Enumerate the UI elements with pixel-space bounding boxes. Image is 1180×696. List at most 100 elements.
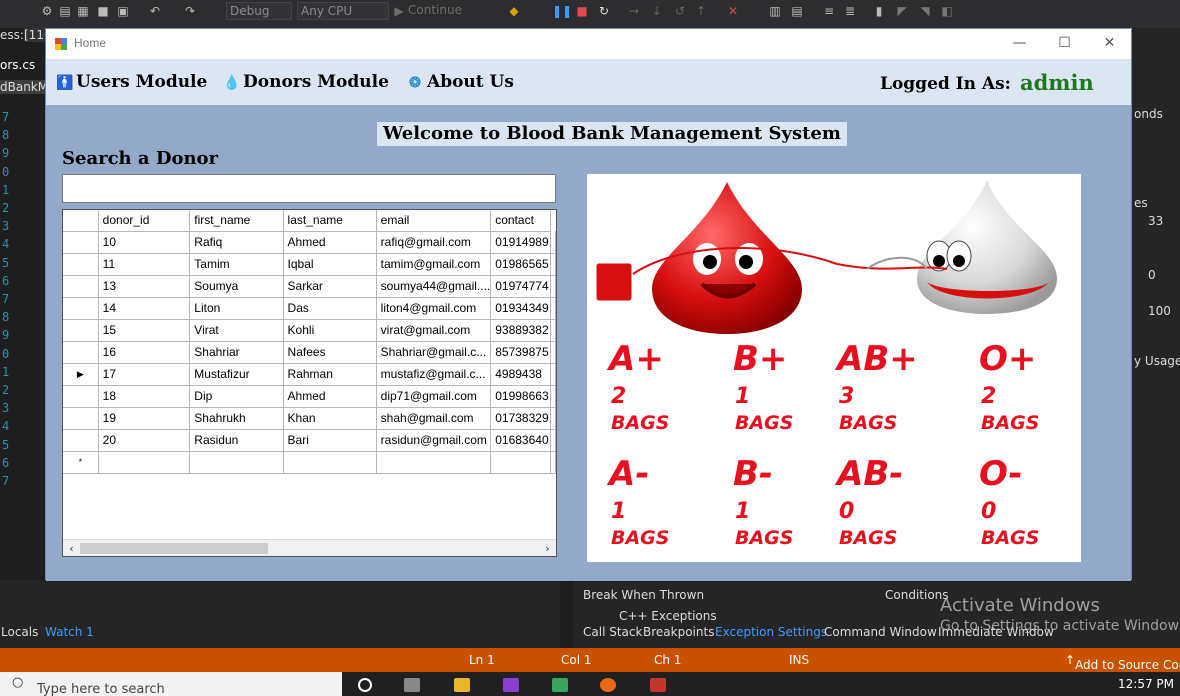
table-cell[interactable]: mustafiz@gmail.c... [376,363,492,386]
blood-bank-app-icon[interactable] [650,678,666,692]
task-view-icon[interactable] [404,678,420,692]
table-cell[interactable]: Bari [283,429,377,452]
new-project-icon[interactable]: ▤ [58,4,72,18]
table-cell[interactable] [98,451,191,474]
table-cell[interactable]: 10 [98,231,191,254]
table-row[interactable]: 16 Shahriar Nafees Shahriar@gmail.c... 85739… [63,341,556,364]
table-row[interactable]: 19 Shahrukh Khan shah@gmail.com 01738329 [63,407,556,430]
process-icon[interactable]: ◆ [507,4,521,18]
table-cell[interactable]: shah@gmail.com [376,407,492,430]
row-header[interactable] [63,297,99,320]
uncomment-icon[interactable]: ≣ [843,4,857,18]
visual-studio-icon[interactable] [503,678,519,692]
editor-tab-1[interactable]: ors.cs [0,58,35,72]
play-icon[interactable]: ▶ [392,4,406,18]
menu-users-module[interactable]: 🚹 Users Module [56,72,207,92]
table-cell[interactable]: Rafiq [189,231,284,254]
table-cell[interactable] [550,297,556,320]
clear-bookmark-icon[interactable]: ◧ [940,4,954,18]
row-header[interactable] [63,253,99,276]
table-cell[interactable] [550,341,556,364]
table-cell[interactable] [376,451,492,474]
donor-grid[interactable]: donor_id first_name last_name email cont… [62,209,557,557]
undo-icon[interactable]: ↶ [148,4,162,18]
table-cell[interactable]: 19 [98,407,191,430]
close-icon[interactable]: ✕ [1087,29,1132,59]
table-cell[interactable] [550,253,556,276]
current-row-indicator-icon[interactable]: ▶ [63,363,99,386]
row-header[interactable] [63,341,99,364]
settings-icon[interactable]: ⚙ [40,4,54,18]
table-cell[interactable]: 18 [98,385,191,408]
table-row[interactable]: 13 Soumya Sarkar soumya44@gmail.... 01974774 [63,275,556,298]
window-icon[interactable]: ▥ [768,4,782,18]
table-cell[interactable]: Rasidun [189,429,284,452]
menu-donors-module[interactable]: 💧 Donors Module [223,72,389,92]
prev-bookmark-icon[interactable]: ◤ [895,4,909,18]
cortana-icon[interactable] [358,678,372,692]
table-row[interactable]: 11 Tamim Iqbal tamim@gmail.com 01986565 [63,253,556,276]
table-cell[interactable]: 4989438 [490,363,551,386]
table-cell[interactable]: rasidun@gmail.com [376,429,492,452]
open-folder-icon[interactable]: ▦ [76,4,90,18]
tab-locals[interactable]: Locals [1,625,38,639]
table-cell[interactable] [550,363,556,386]
table-cell[interactable]: Dip [189,385,284,408]
row-header[interactable] [63,319,99,342]
table-cell[interactable]: 17 [98,363,191,386]
maximize-icon[interactable]: ☐ [1042,29,1087,59]
search-donor-input[interactable] [62,174,556,203]
table-cell[interactable]: 01934349 [490,297,551,320]
table-cell[interactable]: 13 [98,275,191,298]
table-cell[interactable]: liton4@gmail.com [376,297,492,320]
table-cell[interactable]: soumya44@gmail.... [376,275,492,298]
table-cell[interactable]: rafiq@gmail.com [376,231,492,254]
tab-breakpoints[interactable]: Breakpoints [643,625,714,639]
minimize-icon[interactable]: — [997,29,1042,59]
table-cell[interactable]: 85739875 [490,341,551,364]
pause-icon[interactable]: ❚❚ [552,4,572,18]
next-bookmark-icon[interactable]: ◥ [918,4,932,18]
table-cell[interactable]: Liton [189,297,284,320]
step-over-icon[interactable]: → [627,4,641,18]
save-icon[interactable]: ■ [96,4,110,18]
table-cell[interactable]: 01738329 [490,407,551,430]
cpp-exceptions-row[interactable]: C++ Exceptions [619,609,717,623]
row-header[interactable] [63,429,99,452]
comment-icon[interactable]: ≡ [822,4,836,18]
redo-icon[interactable]: ↷ [183,4,197,18]
table-cell[interactable]: 01974774 [490,275,551,298]
table-cell[interactable]: 14 [98,297,191,320]
table-cell[interactable] [550,231,556,254]
add-to-source-control[interactable]: ↑ Add to Source Cor [1065,653,1180,672]
table-cell[interactable]: 11 [98,253,191,276]
restart-icon[interactable]: ↻ [597,4,611,18]
table-cell[interactable]: 01998663 [490,385,551,408]
step-out-icon[interactable]: ↑ [694,4,708,18]
row-header[interactable] [63,407,99,430]
tab-watch-1[interactable]: Watch 1 [45,625,94,639]
row-header[interactable] [63,385,99,408]
table-cell[interactable]: Mustafizur [189,363,284,386]
grid-corner[interactable] [63,210,99,232]
table-cell[interactable]: 01683640 [490,429,551,452]
table-cell[interactable] [189,451,284,474]
table-row[interactable]: 18 Dip Ahmed dip71@gmail.com 01998663 [63,385,556,408]
table-cell[interactable]: 01986565 [490,253,551,276]
table-cell[interactable] [550,451,556,474]
window-titlebar[interactable]: Home — ☐ ✕ [46,29,1131,59]
table-cell[interactable]: Soumya [189,275,284,298]
table-row[interactable]: ▶ 17 Mustafizur Rahman mustafiz@gmail.c... 49… [63,363,556,386]
taskbar-search[interactable]: ○ Type here to search [0,672,342,696]
tab-exception-settings[interactable]: Exception Settings [715,625,827,639]
table-row[interactable]: 14 Liton Das liton4@gmail.com 01934349 [63,297,556,320]
table-cell[interactable]: Iqbal [283,253,377,276]
table-row[interactable]: 15 Virat Kohli virat@gmail.com 93889382 [63,319,556,342]
table-cell[interactable] [283,451,377,474]
table-cell[interactable]: Das [283,297,377,320]
table-cell[interactable] [550,429,556,452]
table-cell[interactable]: virat@gmail.com [376,319,492,342]
table-cell[interactable]: Ahmed [283,385,377,408]
table-cell[interactable] [550,275,556,298]
step-back-icon[interactable]: ↺ [673,4,687,18]
